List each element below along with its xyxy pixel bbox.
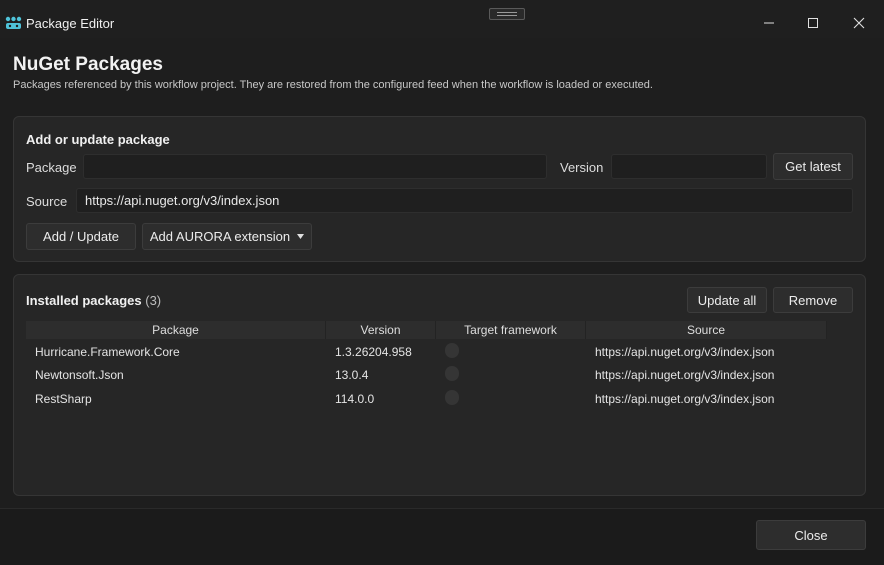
add-update-button[interactable]: Add / Update [26, 223, 136, 250]
source-label: Source [26, 194, 68, 209]
caret-down-icon [297, 234, 305, 239]
version-input[interactable] [611, 154, 767, 179]
target-framework-indicator [445, 366, 459, 381]
add-panel-title: Add or update package [26, 132, 170, 147]
package-source: https://api.nuget.org/v3/index.json [595, 392, 775, 406]
table-header: Package Version Target framework Source [26, 321, 853, 339]
package-version: 114.0.0 [335, 392, 375, 406]
package-name: Newtonsoft.Json [35, 368, 124, 382]
maximize-icon [808, 18, 818, 28]
column-header-source[interactable]: Source [586, 321, 827, 339]
target-framework-indicator [445, 390, 459, 405]
installed-title-label: Installed packages [26, 293, 142, 308]
table-row[interactable]: Newtonsoft.Json 13.0.4 https://api.nuget… [26, 363, 853, 386]
package-version: 1.3.26204.958 [335, 345, 412, 359]
page-subtitle: Packages referenced by this workflow pro… [13, 79, 653, 91]
update-all-button[interactable]: Update all [687, 287, 767, 313]
window-title: Package Editor [26, 16, 115, 31]
get-latest-button[interactable]: Get latest [773, 153, 853, 180]
installed-title: Installed packages (3) [26, 293, 161, 308]
add-extension-button[interactable]: Add AURORA extension [142, 223, 312, 250]
column-header-target-framework[interactable]: Target framework [436, 321, 586, 339]
version-label: Version [560, 160, 604, 175]
package-label: Package [26, 160, 77, 175]
package-source: https://api.nuget.org/v3/index.json [595, 345, 775, 359]
drag-handle[interactable] [489, 8, 525, 20]
package-source: https://api.nuget.org/v3/index.json [595, 368, 775, 382]
app-icon [5, 16, 22, 29]
table-row[interactable]: Hurricane.Framework.Core 1.3.26204.958 h… [26, 340, 853, 363]
package-name: RestSharp [35, 392, 92, 406]
close-icon [853, 17, 865, 29]
package-input[interactable] [83, 154, 547, 179]
column-header-version[interactable]: Version [326, 321, 436, 339]
dialog-footer [0, 508, 884, 565]
column-header-package[interactable]: Package [26, 321, 326, 339]
table-row[interactable]: RestSharp 114.0.0 https://api.nuget.org/… [26, 387, 853, 410]
package-name: Hurricane.Framework.Core [35, 345, 180, 359]
remove-button[interactable]: Remove [773, 287, 853, 313]
installed-count: (3) [145, 293, 162, 308]
source-input[interactable]: https://api.nuget.org/v3/index.json [76, 188, 853, 213]
page-title: NuGet Packages [13, 54, 163, 75]
package-version: 13.0.4 [335, 368, 369, 382]
minimize-icon [764, 22, 774, 24]
add-extension-label: Add AURORA extension [149, 229, 291, 244]
close-button[interactable]: Close [756, 520, 866, 550]
target-framework-indicator [445, 343, 459, 358]
